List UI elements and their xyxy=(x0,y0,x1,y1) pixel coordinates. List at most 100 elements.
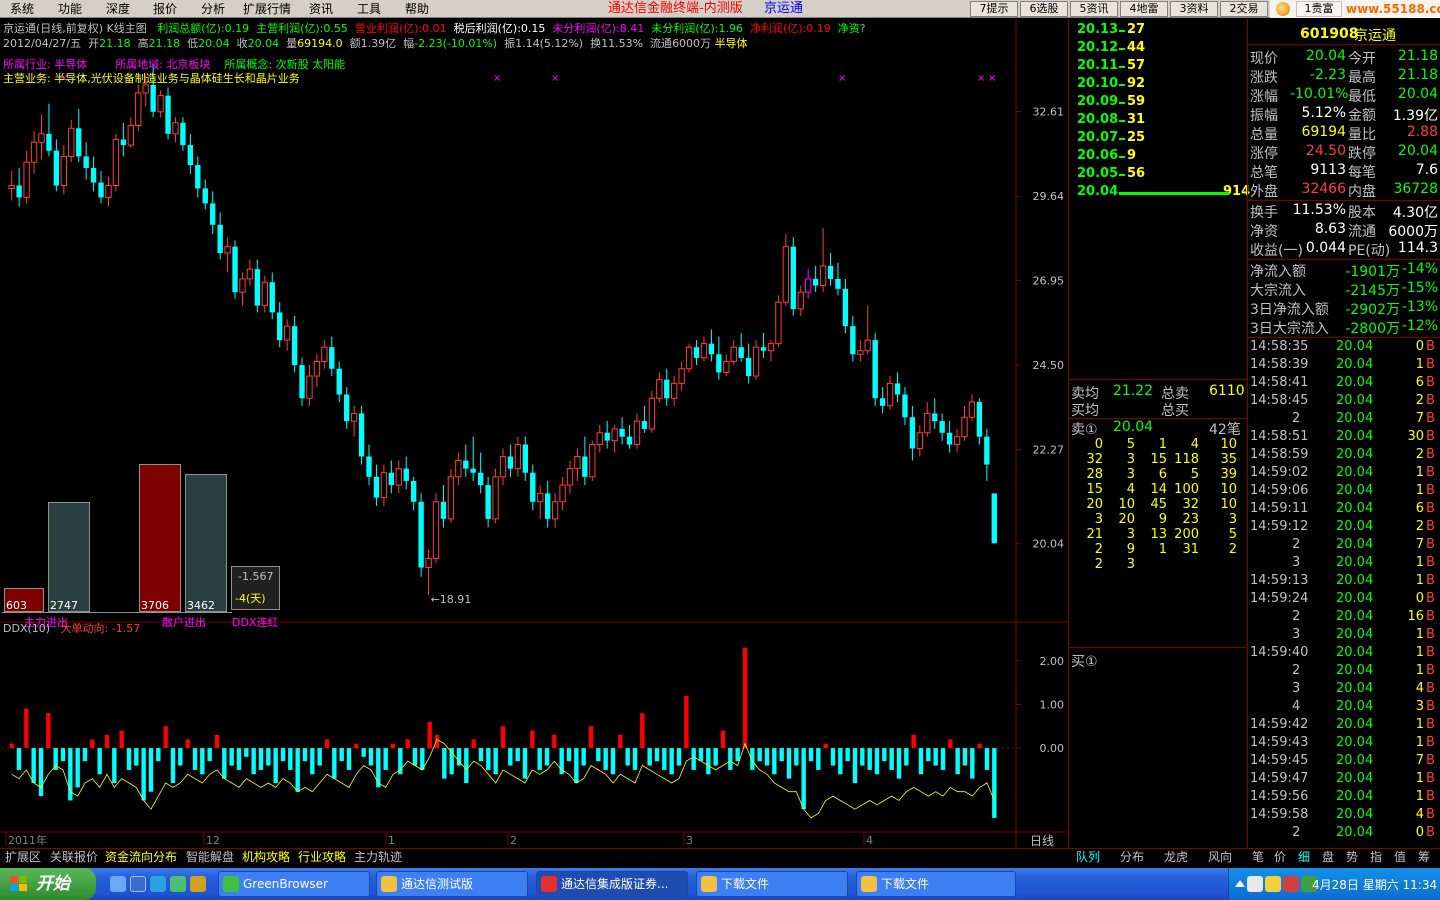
tick-volume: 1 xyxy=(1415,465,1424,480)
candle-body xyxy=(842,288,849,327)
quote-value: 24.50 xyxy=(1305,143,1346,159)
ddx-bar xyxy=(537,748,542,770)
ddx-bar xyxy=(427,721,432,749)
candle-body xyxy=(693,347,700,358)
tab-trend[interactable]: 势 xyxy=(1346,850,1358,865)
period-label[interactable]: 日线 xyxy=(1030,834,1054,849)
tab-distribution[interactable]: 分布 xyxy=(1120,850,1144,865)
task-greenbrowser[interactable]: GreenBrowser xyxy=(218,871,370,897)
ddx-big-value: -1.57 xyxy=(111,622,141,635)
ladder-bar xyxy=(1119,48,1125,50)
bottom-tab-bar: 扩展区 关联报价 资金流向分布 智能解盘 机构攻略 行业攻略 主力轨迹 日线 队… xyxy=(0,834,1440,865)
folder-quick-icon[interactable] xyxy=(190,876,206,892)
task-download-2[interactable]: 下载文件 xyxy=(856,871,1016,897)
candle-body xyxy=(716,354,722,373)
candle-body xyxy=(530,472,536,502)
mine-button[interactable]: 4地雷 xyxy=(1120,1,1168,17)
task-tdx-integrated[interactable]: 通达信集成版证券... xyxy=(536,871,688,897)
ladder-price: 20.04 xyxy=(1077,184,1119,199)
tab-main-track[interactable]: 主力轨迹 xyxy=(354,850,402,865)
menu-item-ext-quote[interactable]: 扩展行情 xyxy=(243,1,291,17)
tick-price: 20.04 xyxy=(1336,465,1374,480)
tab-industry[interactable]: 行业攻略 xyxy=(298,850,346,865)
tab-value[interactable]: 值 xyxy=(1394,850,1406,865)
tray-security-icon[interactable] xyxy=(1283,876,1299,892)
menu-item-tools[interactable]: 工具 xyxy=(357,1,381,17)
tab-ext-area[interactable]: 扩展区 xyxy=(5,850,41,865)
ddx-y-tick-label: 1.00 xyxy=(1040,698,1065,711)
tab-index[interactable]: 指 xyxy=(1370,850,1382,865)
ddx-bar xyxy=(163,726,168,749)
ddx-bar xyxy=(852,748,858,783)
ddx-bar xyxy=(940,748,946,770)
tab-queue[interactable]: 队列 xyxy=(1076,850,1100,865)
news-button[interactable]: 5资讯 xyxy=(1070,1,1118,17)
tab-wind[interactable]: 风向 xyxy=(1208,850,1232,865)
queue-volume: 10 xyxy=(1220,497,1237,512)
tick-price: 20.04 xyxy=(1336,573,1374,588)
tab-ticks[interactable]: 笔 xyxy=(1252,850,1264,865)
menu-item-system[interactable]: 系统 xyxy=(10,1,34,17)
stock-picker-button[interactable]: 6选股 xyxy=(1020,1,1068,17)
tray-qq-icon[interactable] xyxy=(1265,876,1281,892)
profile-button[interactable]: 3资料 xyxy=(1170,1,1218,17)
tab-smart-analysis[interactable]: 智能解盘 xyxy=(186,850,234,865)
flow-value: -1901万 xyxy=(1345,264,1400,280)
ddx-bar xyxy=(376,748,381,788)
tray-expand-icon[interactable] xyxy=(1235,880,1245,887)
task-download-1[interactable]: 下载文件 xyxy=(696,871,848,897)
ladder-bar xyxy=(1119,156,1125,158)
menu-item-help[interactable]: 帮助 xyxy=(405,1,429,17)
hint-button[interactable]: 7提示 xyxy=(970,1,1018,17)
candle-body xyxy=(685,346,693,370)
tick-volume: 2 xyxy=(1415,519,1424,534)
tick-side: B xyxy=(1426,771,1435,786)
menu-item-depth[interactable]: 深度 xyxy=(106,1,130,17)
candle-body xyxy=(269,282,275,313)
candle-body xyxy=(656,379,663,399)
flow-label: 3日净流入额 xyxy=(1250,302,1329,318)
tab-chips[interactable]: 筹 xyxy=(1418,850,1430,865)
industry-label: 所属行业: xyxy=(3,58,51,71)
quote-value: 11.53% xyxy=(1292,202,1346,218)
menu-item-analysis[interactable]: 分析 xyxy=(201,1,225,17)
tray-network-icon[interactable] xyxy=(1247,876,1263,892)
tick-volume: 1 xyxy=(1415,645,1424,660)
show-desktop-icon[interactable] xyxy=(110,876,126,892)
tab-detail[interactable]: 细 xyxy=(1298,850,1310,865)
start-button[interactable]: 开始 xyxy=(0,868,96,900)
candle-body xyxy=(53,150,60,186)
flow-percent: -14% xyxy=(1401,261,1438,277)
y-tick-label: 24.50 xyxy=(1033,359,1065,372)
trade-button[interactable]: 2交易 xyxy=(1220,1,1268,17)
menu-item-quote[interactable]: 报价 xyxy=(153,1,177,17)
ddx-bar xyxy=(552,735,557,749)
menu-item-news[interactable]: 资讯 xyxy=(309,1,333,17)
candle-body xyxy=(991,493,997,544)
ddx-bar xyxy=(16,748,22,770)
kline-chart[interactable]: 32.6129.6426.9524.5022.2720.04←18.91× × × ×… xyxy=(0,19,1068,848)
tab-institution[interactable]: 机构攻略 xyxy=(242,850,290,865)
greenbrowser-quick-icon[interactable] xyxy=(170,876,186,892)
ie-icon[interactable] xyxy=(130,876,146,892)
flow-percent: -13% xyxy=(1401,299,1438,315)
candle-body xyxy=(916,432,924,450)
tab-board[interactable]: 盘 xyxy=(1322,850,1334,865)
tab-fund-flow[interactable]: 资金流向分布 xyxy=(105,850,177,865)
order-book: 卖均 21.22 总卖 6110 买均 总买 卖① 20.04 42笔 0 5 1 4 10 32 3 15 11… xyxy=(1069,379,1247,848)
tab-dragon-tiger[interactable]: 龙虎 xyxy=(1164,850,1188,865)
wealth-button[interactable]: 1贵富 xyxy=(1296,1,1342,17)
task-tdx-test[interactable]: 通达信测试版 xyxy=(376,871,528,897)
tab-price[interactable]: 价 xyxy=(1274,850,1286,865)
queue-volume: 6 xyxy=(1158,467,1167,482)
money-flow-bar xyxy=(185,474,227,612)
candle-body xyxy=(812,278,819,286)
candle-body xyxy=(805,278,812,293)
candle-body xyxy=(120,139,127,146)
tick-price: 20.04 xyxy=(1336,609,1374,624)
tab-linked-quote[interactable]: 关联报价 xyxy=(50,850,98,865)
candle-body xyxy=(336,368,342,395)
menu-item-function[interactable]: 功能 xyxy=(58,1,82,17)
kline-title: 京运通(日线,前复权) K线主图 xyxy=(3,22,147,35)
ie-icon-2[interactable] xyxy=(150,876,166,892)
